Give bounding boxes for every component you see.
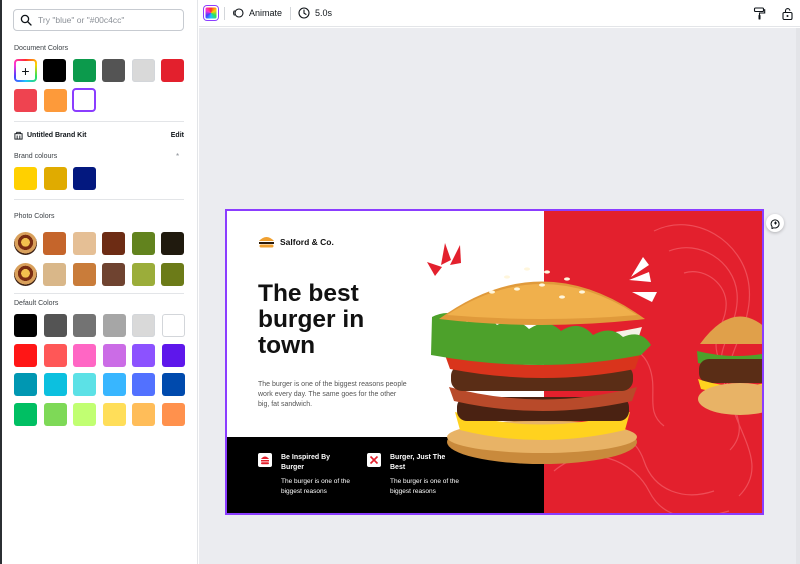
color-swatch[interactable] xyxy=(161,343,185,367)
color-swatch[interactable] xyxy=(132,402,155,426)
cross-utensils-icon xyxy=(367,453,381,467)
color-panel: Document Colors + Untitled Brand Kit Edi… xyxy=(0,0,198,564)
color-swatch[interactable] xyxy=(132,343,155,367)
color-swatch[interactable] xyxy=(43,402,67,426)
feature-description: The burger is one of the biggest reasons xyxy=(281,478,351,495)
brand-name: Salford & Co. xyxy=(280,237,334,247)
color-swatch[interactable] xyxy=(43,373,67,396)
duration-button[interactable]: 5.0s xyxy=(298,7,332,19)
search-icon xyxy=(20,14,32,26)
photo-thumbnail[interactable] xyxy=(14,232,37,255)
design-page[interactable]: Salford & Co. The best burger in town Th… xyxy=(227,211,762,513)
color-swatch[interactable] xyxy=(43,232,66,255)
default-colors-title: Default Colors xyxy=(14,300,59,307)
color-swatch[interactable] xyxy=(14,167,37,190)
color-swatch[interactable] xyxy=(131,59,155,82)
color-swatch[interactable] xyxy=(102,232,125,255)
burger-logo-icon xyxy=(259,237,274,248)
photo-thumbnail[interactable] xyxy=(14,263,37,286)
color-swatch[interactable] xyxy=(102,343,126,367)
color-swatch[interactable] xyxy=(73,167,96,190)
document-colors-title: Document Colors xyxy=(14,45,69,52)
color-swatch[interactable] xyxy=(73,314,96,337)
color-swatch[interactable] xyxy=(161,373,185,396)
add-color-button[interactable]: + xyxy=(14,59,37,82)
brand-colours-title: Brand colours xyxy=(14,153,58,160)
toolbar-separator xyxy=(224,7,225,20)
brand-kit-icon xyxy=(14,131,23,140)
color-swatch[interactable] xyxy=(132,314,155,337)
canvas-workspace: Salford & Co. The best burger in town Th… xyxy=(199,28,800,564)
color-swatch[interactable] xyxy=(102,263,125,286)
color-swatch[interactable] xyxy=(131,232,155,255)
color-swatch[interactable] xyxy=(43,59,66,82)
burger-feature-icon xyxy=(258,453,272,467)
app: Document Colors + Untitled Brand Kit Edi… xyxy=(0,0,800,564)
color-swatch[interactable] xyxy=(72,232,96,255)
animate-button[interactable]: Animate xyxy=(232,7,282,19)
clock-icon xyxy=(298,7,310,19)
brand-kit-edit-link[interactable]: Edit xyxy=(171,132,184,139)
feature-title: Be Inspired By Burger xyxy=(281,454,331,471)
color-swatch[interactable] xyxy=(102,59,125,82)
brand-colours-star-icon: * xyxy=(176,152,180,161)
color-swatch[interactable] xyxy=(161,232,184,255)
color-swatch[interactable] xyxy=(161,402,185,426)
color-swatch[interactable] xyxy=(43,89,67,112)
color-search-box[interactable] xyxy=(13,9,184,31)
color-swatch[interactable] xyxy=(131,263,155,286)
brand-kit-header: Untitled Brand Kit Edit xyxy=(14,131,184,140)
toolbar-separator xyxy=(290,7,291,20)
duration-label: 5.0s xyxy=(315,8,333,18)
selected-color-swatch[interactable] xyxy=(72,88,96,112)
color-swatch[interactable] xyxy=(73,373,96,396)
brand-kit-name: Untitled Brand Kit xyxy=(27,132,87,139)
design-body-text: The burger is one of the biggest reasons… xyxy=(258,381,407,408)
color-swatch[interactable] xyxy=(161,59,184,82)
color-swatch[interactable] xyxy=(43,343,67,367)
color-swatch[interactable] xyxy=(102,314,126,337)
second-burger-image xyxy=(697,316,762,415)
color-swatch[interactable] xyxy=(161,314,185,337)
divider xyxy=(14,199,184,200)
color-swatch[interactable] xyxy=(73,343,96,367)
magic-resize-button[interactable] xyxy=(766,214,784,232)
color-swatch[interactable] xyxy=(43,263,66,286)
refresh-chat-icon xyxy=(770,219,780,229)
color-swatch[interactable] xyxy=(102,373,126,396)
color-search-input[interactable] xyxy=(38,15,178,25)
color-swatch[interactable] xyxy=(43,314,67,337)
animate-icon xyxy=(233,8,244,18)
color-picker-button[interactable] xyxy=(204,6,218,20)
color-swatch[interactable] xyxy=(72,59,96,82)
color-swatch[interactable] xyxy=(14,314,37,337)
color-swatch[interactable] xyxy=(14,402,37,426)
color-swatch[interactable] xyxy=(43,167,67,190)
color-swatch[interactable] xyxy=(14,373,37,396)
animate-label: Animate xyxy=(249,8,283,18)
burger-image xyxy=(427,243,657,464)
design-headline: The best burger in town xyxy=(258,280,365,359)
feature-description: The burger is one of the biggest reasons xyxy=(390,478,460,495)
color-swatch[interactable] xyxy=(73,402,96,426)
photo-colors-title: Photo Colors xyxy=(14,213,55,220)
brand-logo: Salford & Co. xyxy=(258,235,334,249)
divider xyxy=(14,121,184,122)
lock-icon[interactable] xyxy=(781,7,794,20)
color-swatch[interactable] xyxy=(132,373,155,396)
editor-toolbar: Animate 5.0s xyxy=(199,0,800,27)
divider xyxy=(14,293,184,294)
color-swatch[interactable] xyxy=(14,89,37,112)
paint-roller-icon[interactable] xyxy=(753,7,766,20)
color-swatch[interactable] xyxy=(102,402,126,426)
brand-kit-title: Untitled Brand Kit xyxy=(14,131,87,140)
color-swatch[interactable] xyxy=(14,343,37,367)
add-color-label: + xyxy=(16,61,35,80)
feature-title: Burger, Just The Best xyxy=(390,454,446,471)
color-swatch[interactable] xyxy=(161,263,184,286)
color-swatch[interactable] xyxy=(72,263,96,286)
